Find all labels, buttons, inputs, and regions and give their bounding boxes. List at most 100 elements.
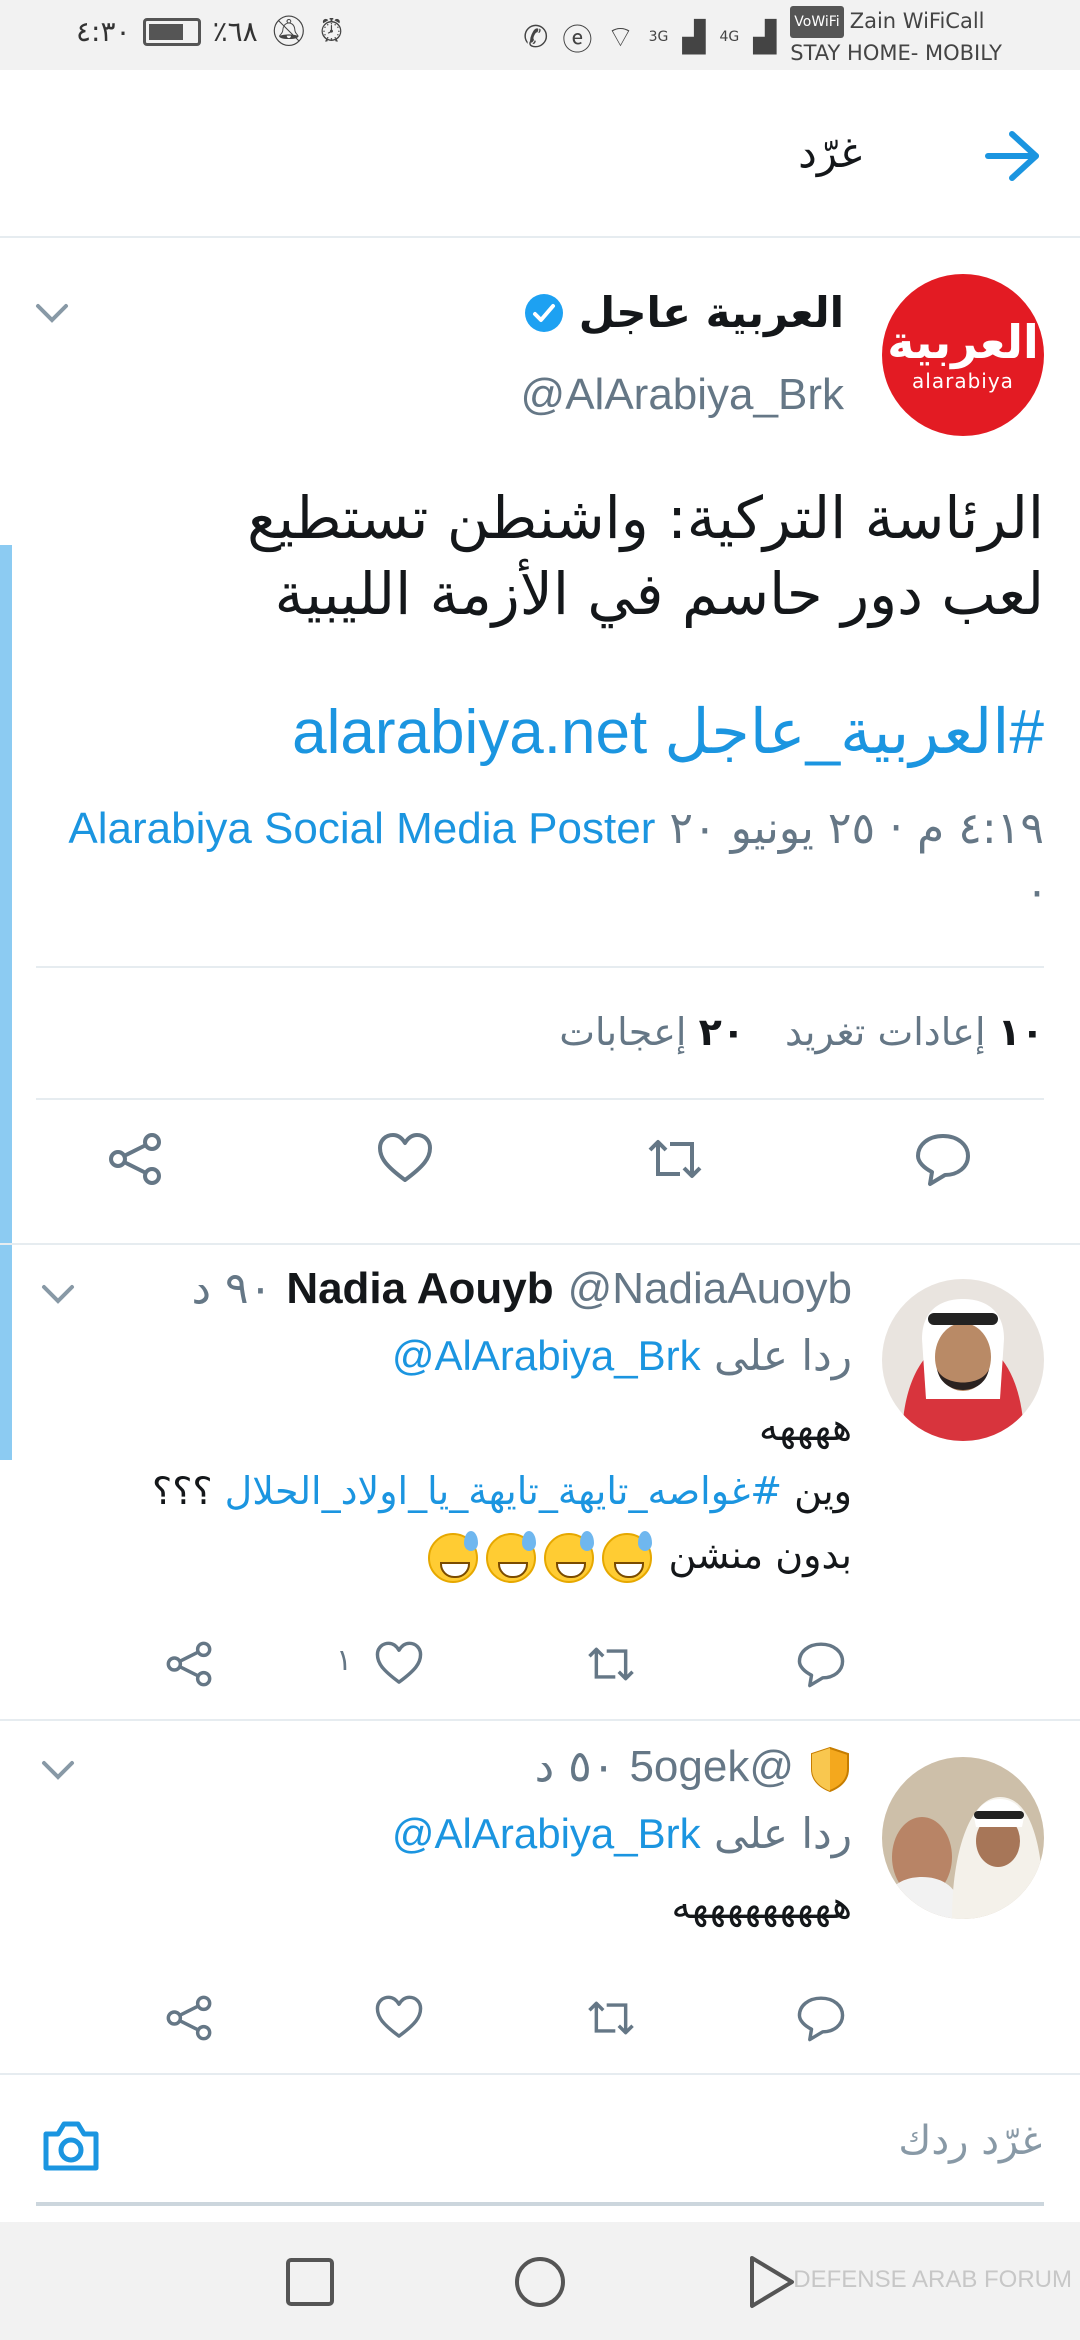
reply-comment-icon[interactable] [796, 1639, 846, 1689]
like-heart-icon[interactable] [374, 1639, 424, 1689]
reply-composer[interactable]: غرّد ردك [0, 2078, 1080, 2218]
reply-comment-icon[interactable] [914, 1130, 972, 1188]
reply-text-line: بدون منشن [32, 1523, 852, 1587]
sweat-smile-emoji-icon [486, 1530, 537, 1583]
carrier-info: VoWiFi Zain WiFiCall STAY HOME- MOBILY [790, 6, 1002, 68]
home-icon[interactable] [512, 2254, 568, 2310]
battery-level: ٪٦٨ [212, 15, 258, 48]
top-app-bar: غرّد [0, 70, 1080, 238]
retweet-icon[interactable] [586, 1993, 636, 2043]
main-tweet: العربية alarabiya العربية عاجل @AlArabiy… [0, 240, 1080, 1245]
likes-count: ٢٠ [698, 1010, 745, 1054]
camera-icon[interactable] [40, 2118, 102, 2174]
reply-tweet[interactable]: @5ogek ٥٠ د ردا على @AlArabiya_Brk ههههه… [0, 1723, 1080, 2075]
chevron-down-icon[interactable] [34, 302, 70, 326]
likes-stat[interactable]: ٢٠ إعجابات [559, 1010, 745, 1054]
share-icon[interactable] [106, 1130, 164, 1188]
signal-icon: ▟ [682, 19, 706, 55]
tweet-text: الرئاسة التركية: واشنطن تستطيع لعب دور ح… [34, 480, 1044, 632]
tweet-timestamp: ٤:١٩ م · ٢٥ يونيو ٢٠ · [669, 803, 1044, 920]
reply-user-handle[interactable]: @NadiaAuoyb [568, 1264, 852, 1313]
tweet-links: alarabiya.net #العربية_عاجل [292, 695, 1044, 768]
page-title: غرّد [798, 128, 862, 177]
reply-text-line: ههههه [759, 1405, 852, 1449]
likes-label: إعجابات [559, 1010, 687, 1054]
sweat-smile-emoji-icon [428, 1530, 479, 1583]
user-handle[interactable]: @AlArabiya_Brk [521, 370, 844, 420]
reply-comment-icon[interactable] [796, 1993, 846, 2043]
retweet-icon[interactable] [646, 1130, 704, 1188]
reply-text: هههههههههه [32, 1873, 852, 1937]
reply-to-line: ردا على @AlArabiya_Brk [392, 1809, 852, 1858]
share-icon[interactable] [164, 1639, 214, 1689]
reply-to-handle[interactable]: @AlArabiya_Brk [392, 1332, 701, 1379]
reply-user-name[interactable]: Nadia Aouyb [286, 1264, 553, 1313]
retweets-count: ١٠ [997, 1010, 1044, 1054]
reply-to-label: ردا على [714, 1331, 852, 1380]
share-icon[interactable] [164, 1993, 214, 2043]
composer-underline [36, 2202, 1044, 2206]
retweet-icon[interactable] [586, 1639, 636, 1689]
avatar[interactable]: العربية alarabiya [882, 274, 1044, 436]
status-right: ✆ ⓔ ⌔ 3G ▟ 4G ▟ VoWiFi Zain WiFiCall STAY… [523, 6, 1002, 68]
status-time: ٤:٣٠ [76, 15, 131, 48]
shield-icon [811, 1746, 849, 1793]
sweat-smile-emoji-icon [602, 1530, 653, 1583]
reply-timestamp: ٥٠ د [534, 1741, 616, 1792]
recent-apps-icon[interactable] [282, 2254, 338, 2310]
reply-text-word: ؟؟؟ [152, 1469, 213, 1513]
tweet-meta: Alarabiya Social Media Poster ٤:١٩ م · ٢… [44, 796, 1044, 928]
system-nav-bar: DEFENSE ARAB FORUM [0, 2222, 1080, 2340]
signal-4g-label: 4G [719, 29, 740, 45]
status-bar: ٤:٣٠ ٪٦٨ 🔕︎ ⏰︎ ✆ ⓔ ⌔ 3G ▟ 4G ▟ VoWiFi Zai… [0, 0, 1080, 70]
verified-badge-icon [524, 293, 563, 332]
reply-hashtag[interactable]: #غواصه_تايهة_تايهة_يا_اولاد_الحلال [225, 1469, 782, 1513]
divider [36, 966, 1044, 968]
avatar-logo-ar: العربية [887, 315, 1039, 369]
retweets-stat[interactable]: ١٠ إعادات تغريد [785, 1010, 1044, 1054]
signal-icon: ▟ [753, 19, 777, 55]
avatar[interactable] [882, 1757, 1044, 1919]
reply-to-handle[interactable]: @AlArabiya_Brk [392, 1810, 701, 1857]
reply-user-handle[interactable]: @5ogek [629, 1742, 794, 1791]
reply-header: Nadia Aouyb @NadiaAuoyb ٩٠ د [191, 1263, 852, 1314]
tweet-actions [0, 1130, 1080, 1220]
reply-tweet[interactable]: Nadia Aouyb @NadiaAuoyb ٩٠ د ردا على @Al… [0, 1247, 1080, 1721]
alarm-icon: ⏰︎ [319, 14, 344, 49]
sweat-smile-emoji-icon [544, 1530, 595, 1583]
reply-like-count: ١ [336, 1643, 353, 1678]
like-heart-icon[interactable] [374, 1993, 424, 2043]
avatar-logo-en: alarabiya [912, 369, 1014, 393]
whatsapp-icon: ✆ [523, 19, 549, 55]
reply-to-label: ردا على [714, 1809, 852, 1858]
watermark: DEFENSE ARAB FORUM [793, 2266, 1072, 2293]
vowifi-badge: VoWiFi [790, 6, 844, 38]
reply-text-line: هههههههههه [671, 1883, 852, 1927]
like-heart-icon[interactable] [376, 1130, 434, 1188]
tweet-link[interactable]: alarabiya.net [292, 698, 647, 767]
reply-input[interactable]: غرّد ردك [898, 2118, 1042, 2164]
chevron-down-icon[interactable] [40, 1759, 76, 1783]
back-arrow-icon[interactable] [982, 128, 1042, 184]
reply-text-word: بدون منشن [668, 1533, 852, 1577]
avatar[interactable] [882, 1279, 1044, 1441]
reply-text-line: وين #غواصه_تايهة_تايهة_يا_اولاد_الحلال ؟… [32, 1459, 852, 1523]
tweet-stats: ١٠ إعادات تغريد ٢٠ إعجابات [559, 1010, 1044, 1054]
wifi-icon: ⌔ [606, 20, 635, 55]
reply-text-word: وين [794, 1469, 852, 1513]
back-triangle-icon[interactable] [742, 2254, 798, 2310]
reply-actions: ١ [0, 1639, 1080, 1699]
app-e-icon: ⓔ [562, 23, 593, 58]
tweet-source[interactable]: Alarabiya Social Media Poster [68, 804, 655, 853]
carrier-line2: STAY HOME- MOBILY [790, 41, 1002, 65]
reply-text: ههههه وين #غواصه_تايهة_تايهة_يا_اولاد_ال… [32, 1395, 852, 1587]
reply-timestamp: ٩٠ د [191, 1263, 273, 1314]
tweet-hashtag[interactable]: #العربية_عاجل [664, 698, 1044, 767]
tweet-text-line1: الرئاسة التركية: واشنطن تستطيع [247, 484, 1044, 552]
mute-icon: 🔕︎ [269, 14, 308, 49]
tweet-text-line2: لعب دور حاسم في الأزمة الليبية [274, 560, 1044, 628]
user-name-row[interactable]: العربية عاجل [523, 288, 844, 337]
signal-3g-label: 3G [648, 29, 669, 45]
chevron-down-icon[interactable] [40, 1283, 76, 1307]
reply-actions [0, 1993, 1080, 2053]
